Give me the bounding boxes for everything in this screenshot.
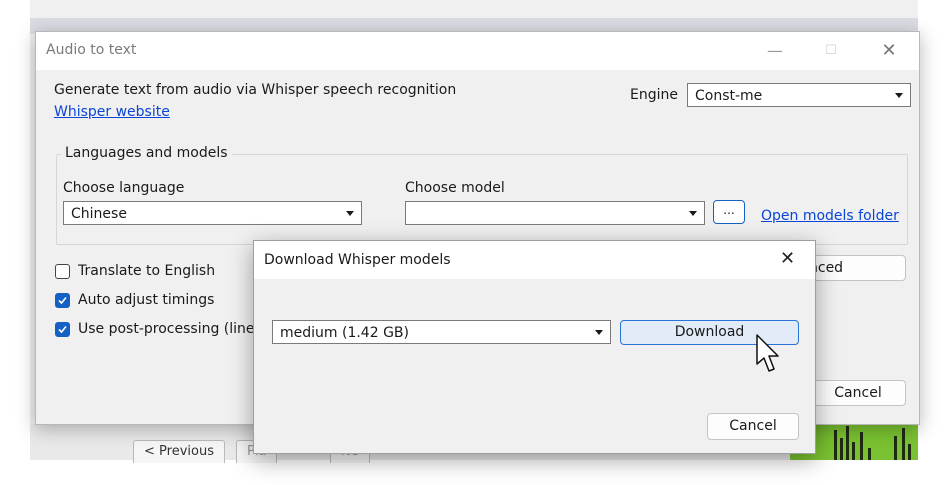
download-dialog-title-bar: Download Whisper models ✕ — [254, 241, 815, 279]
download-models-dialog: Download Whisper models ✕ medium (1.42 G… — [253, 240, 816, 454]
chevron-down-icon — [346, 211, 354, 216]
language-value: Chinese — [71, 206, 127, 222]
checkmark-icon — [58, 325, 67, 334]
engine-select[interactable]: Const-me — [687, 83, 911, 107]
minimize-icon[interactable]: — — [752, 36, 798, 66]
chevron-down-icon — [895, 93, 903, 98]
chevron-down-icon — [689, 211, 697, 216]
engine-label: Engine — [630, 87, 678, 103]
language-select[interactable]: Chinese — [63, 201, 362, 225]
dialog-title: Audio to text — [46, 42, 137, 58]
post-processing-checkbox[interactable] — [55, 322, 70, 337]
maximize-icon[interactable]: ☐ — [808, 36, 854, 66]
model-select[interactable] — [405, 201, 705, 225]
chevron-down-icon — [595, 330, 603, 335]
post-processing-label: Use post-processing (line m — [78, 321, 273, 337]
download-cancel-button[interactable]: Cancel — [707, 413, 799, 440]
whisper-website-link[interactable]: Whisper website — [54, 104, 170, 120]
choose-model-label: Choose model — [405, 180, 505, 196]
engine-value: Const-me — [695, 88, 763, 104]
auto-adjust-checkbox[interactable] — [55, 293, 70, 308]
download-dialog-title: Download Whisper models — [264, 252, 451, 268]
close-icon[interactable]: ✕ — [866, 36, 912, 66]
languages-models-group — [56, 154, 908, 245]
auto-adjust-label: Auto adjust timings — [78, 292, 215, 308]
checkmark-icon — [58, 296, 67, 305]
description-text: Generate text from audio via Whisper spe… — [54, 82, 457, 98]
close-icon[interactable]: ✕ — [780, 248, 795, 269]
download-model-value: medium (1.42 GB) — [280, 325, 409, 341]
group-title: Languages and models — [61, 145, 232, 161]
browse-models-button[interactable]: ... — [713, 200, 745, 224]
download-model-select[interactable]: medium (1.42 GB) — [272, 320, 611, 344]
choose-language-label: Choose language — [63, 180, 185, 196]
translate-label: Translate to English — [78, 263, 216, 279]
translate-checkbox[interactable] — [55, 264, 70, 279]
previous-button[interactable]: < Previous — [133, 440, 225, 463]
hand-cursor-icon — [756, 334, 779, 372]
open-models-folder-link[interactable]: Open models folder — [761, 208, 899, 224]
title-bar: Audio to text — ☐ ✕ — [36, 32, 919, 70]
